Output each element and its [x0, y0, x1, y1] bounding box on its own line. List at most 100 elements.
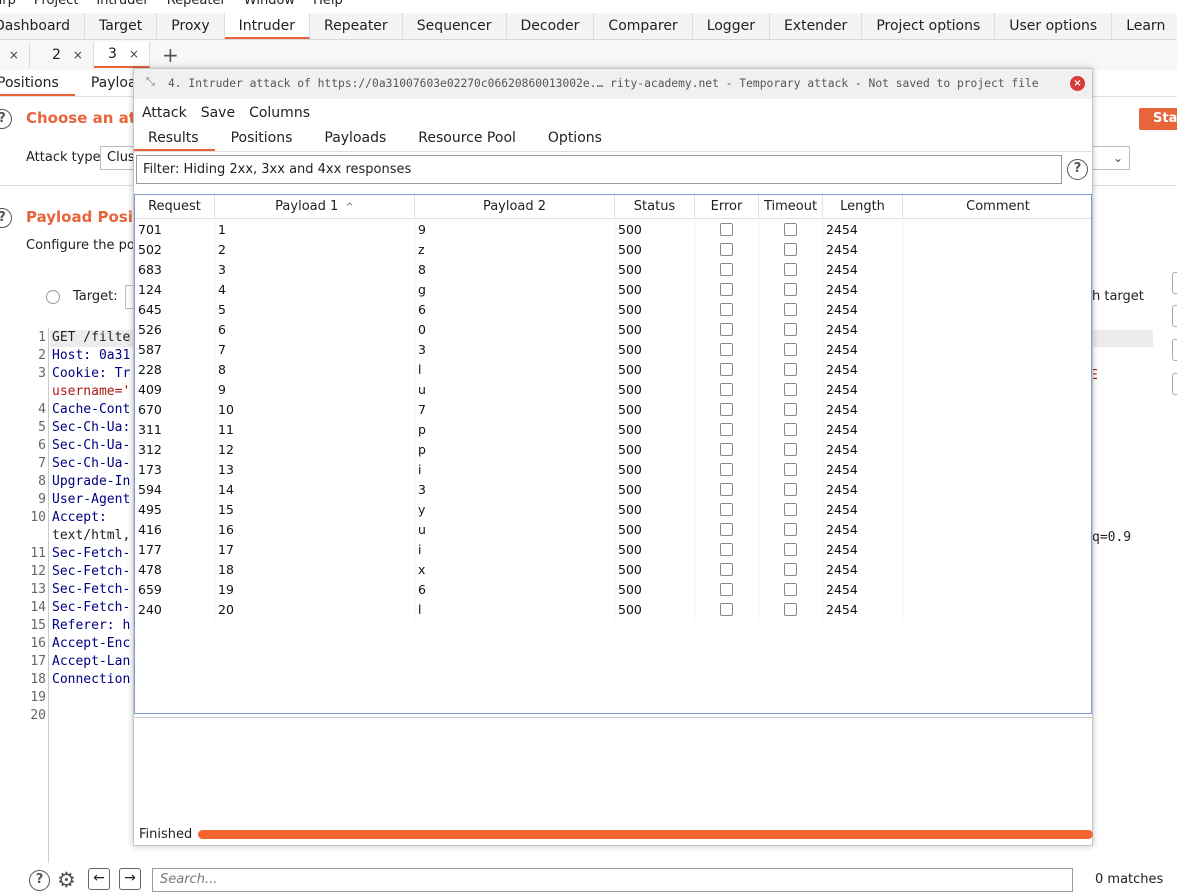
table-row[interactable]: 526 6 0 500 2454 — [135, 320, 1091, 340]
tab-dashboard[interactable]: Dashboard — [0, 13, 85, 39]
menu-project[interactable]: Project — [34, 0, 78, 9]
table-row[interactable]: 594 14 3 500 2454 — [135, 480, 1091, 500]
table-row[interactable]: 478 18 x 500 2454 — [135, 560, 1091, 580]
error-checkbox[interactable] — [720, 423, 733, 436]
table-row[interactable]: 177 17 i 500 2454 — [135, 540, 1091, 560]
table-row[interactable]: 312 12 p 500 2454 — [135, 440, 1091, 460]
timeout-checkbox[interactable] — [784, 603, 797, 616]
error-checkbox[interactable] — [720, 283, 733, 296]
timeout-checkbox[interactable] — [784, 383, 797, 396]
timeout-checkbox[interactable] — [784, 263, 797, 276]
menu-columns[interactable]: Columns — [249, 101, 310, 125]
forward-arrow-icon[interactable]: → — [119, 868, 141, 890]
menu-help[interactable]: Help — [313, 0, 343, 9]
help-icon[interactable]: ? — [1067, 159, 1088, 180]
table-row[interactable]: 502 2 z 500 2454 — [135, 240, 1091, 260]
error-checkbox[interactable] — [720, 303, 733, 316]
tab-logger[interactable]: Logger — [693, 13, 770, 39]
column-payload-1[interactable]: Payload 1 ^ — [215, 195, 415, 219]
help-icon[interactable]: ? — [0, 208, 12, 228]
error-checkbox[interactable] — [720, 443, 733, 456]
timeout-checkbox[interactable] — [784, 363, 797, 376]
timeout-checkbox[interactable] — [784, 223, 797, 236]
timeout-checkbox[interactable] — [784, 523, 797, 536]
tab-proxy[interactable]: Proxy — [157, 13, 225, 39]
attack-tab-1[interactable]: 1 × — [0, 42, 30, 68]
tab-positions[interactable]: Positions — [215, 126, 309, 151]
error-checkbox[interactable] — [720, 383, 733, 396]
search-input[interactable]: Search... — [152, 868, 1073, 892]
menu-attack[interactable]: Attack — [142, 101, 187, 125]
close-icon[interactable]: × — [1070, 76, 1085, 91]
tab-comparer[interactable]: Comparer — [594, 13, 693, 39]
tab-learn[interactable]: Learn — [1112, 13, 1177, 39]
error-checkbox[interactable] — [720, 323, 733, 336]
error-checkbox[interactable] — [720, 503, 733, 516]
timeout-checkbox[interactable] — [784, 323, 797, 336]
error-checkbox[interactable] — [720, 603, 733, 616]
tab-repeater[interactable]: Repeater — [310, 13, 403, 39]
timeout-checkbox[interactable] — [784, 283, 797, 296]
tab-extender[interactable]: Extender — [770, 13, 863, 39]
help-icon[interactable]: ? — [0, 109, 12, 129]
tab-results[interactable]: Results — [134, 126, 215, 151]
table-row[interactable]: 659 19 6 500 2454 — [135, 580, 1091, 600]
close-icon[interactable]: × — [9, 42, 19, 68]
timeout-checkbox[interactable] — [784, 483, 797, 496]
timeout-checkbox[interactable] — [784, 423, 797, 436]
timeout-checkbox[interactable] — [784, 243, 797, 256]
error-checkbox[interactable] — [720, 483, 733, 496]
timeout-checkbox[interactable] — [784, 543, 797, 556]
start-attack-button[interactable]: Sta — [1139, 108, 1177, 130]
timeout-checkbox[interactable] — [784, 583, 797, 596]
error-checkbox[interactable] — [720, 583, 733, 596]
timeout-checkbox[interactable] — [784, 443, 797, 456]
tab-project-options[interactable]: Project options — [862, 13, 996, 39]
add-marker-button[interactable] — [1172, 272, 1177, 294]
column-length[interactable]: Length — [823, 195, 903, 219]
table-row[interactable]: 409 9 u 500 2454 — [135, 380, 1091, 400]
error-checkbox[interactable] — [720, 263, 733, 276]
tab-target[interactable]: Target — [85, 13, 158, 39]
table-row[interactable]: 173 13 i 500 2454 — [135, 460, 1091, 480]
tab-resource-pool[interactable]: Resource Pool — [402, 126, 532, 151]
back-arrow-icon[interactable]: ← — [88, 868, 110, 890]
menu-burp[interactable]: urp — [0, 0, 16, 9]
error-checkbox[interactable] — [720, 403, 733, 416]
error-checkbox[interactable] — [720, 223, 733, 236]
table-row[interactable]: 670 10 7 500 2454 — [135, 400, 1091, 420]
table-row[interactable]: 228 8 l 500 2454 — [135, 360, 1091, 380]
error-checkbox[interactable] — [720, 523, 733, 536]
timeout-checkbox[interactable] — [784, 403, 797, 416]
error-checkbox[interactable] — [720, 463, 733, 476]
attack-tab-3[interactable]: 3 × — [93, 42, 150, 68]
error-checkbox[interactable] — [720, 563, 733, 576]
timeout-checkbox[interactable] — [784, 303, 797, 316]
menu-repeater[interactable]: Repeater — [167, 0, 226, 9]
chevron-down-icon[interactable]: ⌄ — [1090, 146, 1130, 170]
tab-sequencer[interactable]: Sequencer — [403, 13, 507, 39]
timeout-checkbox[interactable] — [784, 463, 797, 476]
column-comment[interactable]: Comment — [903, 195, 1091, 219]
auto-marker-button[interactable] — [1172, 339, 1177, 361]
table-row[interactable]: 495 15 y 500 2454 — [135, 500, 1091, 520]
column-request[interactable]: Request — [135, 195, 215, 219]
close-icon[interactable]: × — [73, 42, 83, 68]
error-checkbox[interactable] — [720, 243, 733, 256]
column-timeout[interactable]: Timeout — [759, 195, 823, 219]
tab-user-options[interactable]: User options — [995, 13, 1113, 39]
gear-icon[interactable]: ⚙ — [57, 869, 76, 891]
tab-options[interactable]: Options — [532, 126, 618, 151]
help-icon[interactable]: ? — [29, 870, 50, 891]
error-checkbox[interactable] — [720, 343, 733, 356]
error-checkbox[interactable] — [720, 543, 733, 556]
plus-icon[interactable]: + — [162, 42, 179, 68]
menu-window[interactable]: Window — [244, 0, 295, 9]
clear-marker-button[interactable] — [1172, 305, 1177, 327]
attack-tab-2[interactable]: 2 × — [30, 42, 94, 68]
filter-bar[interactable]: Filter: Hiding 2xx, 3xx and 4xx response… — [136, 155, 1062, 184]
tab-payloads[interactable]: Payloads — [308, 126, 402, 151]
column-error[interactable]: Error — [695, 195, 759, 219]
refresh-button[interactable] — [1172, 373, 1177, 395]
table-row[interactable]: 645 5 6 500 2454 — [135, 300, 1091, 320]
